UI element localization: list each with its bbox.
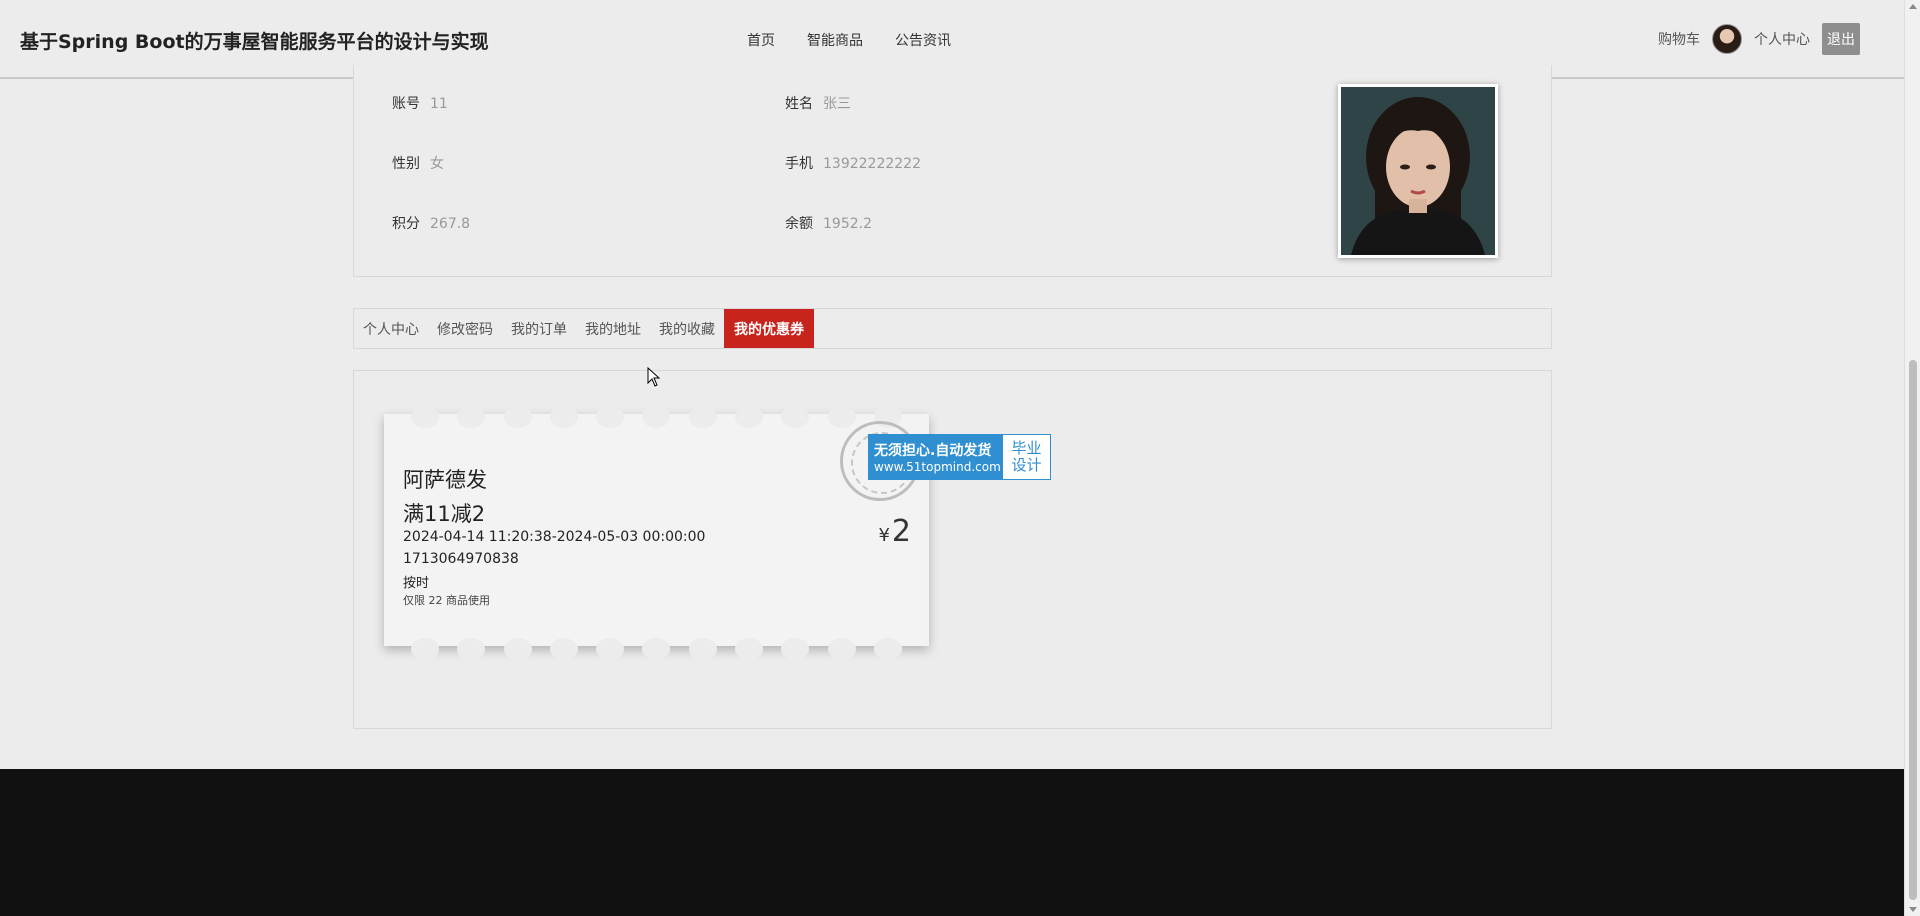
gender-value: 女 [430,156,444,172]
tab-personal-center[interactable]: 个人中心 [354,309,428,348]
coupon-name: 阿萨德发 [403,468,487,492]
user-area: 购物车 个人中心 退出 [1658,23,1860,55]
coupon-amount: ¥2 [878,514,911,549]
account-field: 账号 11 [392,93,448,113]
gender-field: 性别女 [392,153,444,173]
tab-my-coupons[interactable]: 我的优惠券 [724,309,814,348]
watermark-right1: 毕业 [1011,439,1042,457]
profile-link[interactable]: 个人中心 [1754,29,1810,49]
scroll-up-arrow-icon[interactable] [1909,4,1917,9]
coupon-bottom-edge [384,638,929,660]
gender-label: 性别 [392,156,420,172]
logout-button[interactable]: 退出 [1822,23,1860,55]
cart-link[interactable]: 购物车 [1658,29,1700,49]
coupon-type: 按时 [403,576,430,591]
coupon-top-edge [384,406,929,428]
scroll-down-arrow-icon[interactable] [1909,907,1917,912]
phone-label: 手机 [785,156,813,172]
nav-announcements[interactable]: 公告资讯 [895,30,951,50]
scroll-thumb[interactable] [1909,360,1917,900]
tab-my-favorites[interactable]: 我的收藏 [650,309,724,348]
account-label: 账号 [392,96,420,112]
tab-change-password[interactable]: 修改密码 [428,309,502,348]
profile-photo [1338,84,1498,258]
mouse-cursor-icon [647,367,661,387]
watermark-line1: 无须担心.自动发货 [874,443,992,459]
watermark-left: 无须担心.自动发货 www.51topmind.com [869,435,1003,479]
account-value: 11 [430,96,448,112]
nav-smart-products[interactable]: 智能商品 [807,30,863,50]
name-label: 姓名 [785,96,813,112]
points-label: 积分 [392,216,420,232]
coupon-limit: 仅限 22 商品使用 [403,594,490,607]
balance-field: 余额 1952.2 [785,213,872,233]
coupon-code: 1713064970838 [403,551,519,567]
tab-my-orders[interactable]: 我的订单 [502,309,576,348]
name-field: 姓名 张三 [785,93,851,113]
profile-tabs: 个人中心 修改密码 我的订单 我的地址 我的收藏 我的优惠券 [353,308,1552,349]
points-field: 积分 267.8 [392,213,470,233]
phone-field: 手机 13922222222 [785,153,921,173]
watermark-badge: 无须担心.自动发货 www.51topmind.com 毕业 设计 [868,434,1051,480]
main-nav: 首页 智能商品 公告资讯 [747,30,951,50]
tab-my-addresses[interactable]: 我的地址 [576,309,650,348]
portrait-image [1341,87,1495,255]
balance-label: 余额 [785,216,813,232]
page-scrollbar[interactable] [1904,0,1920,916]
coupon-rule: 满11减2 [403,502,486,526]
currency-symbol: ¥ [878,525,890,546]
watermark-right2: 设计 [1011,456,1042,474]
page-footer [0,769,1904,916]
watermark-line2: www.51topmind.com [874,460,1001,474]
coupon-card[interactable]: 阿萨德发 满11减2 2024-04-14 11:20:38-2024-05-0… [384,406,929,660]
amount-value: 2 [891,514,911,549]
phone-value: 13922222222 [823,156,921,172]
coupon-validity: 2024-04-14 11:20:38-2024-05-03 00:00:00 [403,529,706,545]
points-value: 267.8 [430,216,471,232]
name-value: 张三 [823,96,851,112]
site-title: 基于Spring Boot的万事屋智能服务平台的设计与实现 [20,31,489,53]
watermark-right: 毕业 设计 [1003,435,1050,479]
balance-value: 1952.2 [823,216,872,232]
nav-home[interactable]: 首页 [747,30,775,50]
avatar[interactable] [1712,24,1742,54]
